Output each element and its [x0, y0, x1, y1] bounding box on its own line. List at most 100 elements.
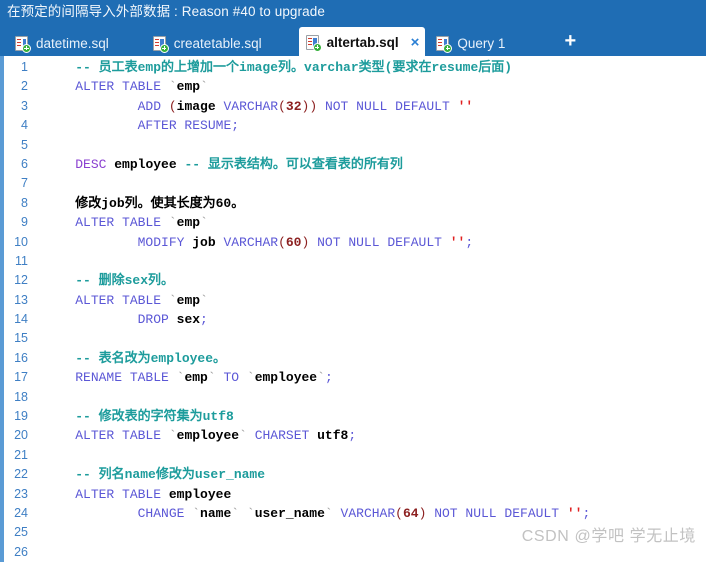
token-id: image [176, 98, 216, 114]
tab-altertab-sql[interactable]: altertab.sql × [298, 27, 426, 57]
line-number: 21 [14, 447, 28, 462]
token-tick: ` [324, 505, 333, 521]
token-com: -- 表名改为employee。 [75, 350, 227, 366]
line-content[interactable]: DROP sex; [32, 310, 706, 329]
token-id: emp [184, 370, 208, 386]
add-tab-button[interactable]: + [564, 31, 576, 51]
line-content[interactable]: -- 表名改为employee。 [32, 349, 706, 368]
token-id: employee [168, 486, 232, 502]
token-tick: ` [200, 79, 208, 95]
tab-datetime-sql[interactable]: datetime.sql [8, 29, 118, 57]
line-content[interactable]: ALTER TABLE `employee` CHARSET utf8; [32, 426, 706, 445]
token-tick: ` [246, 370, 255, 386]
token-semi: ; [465, 234, 474, 250]
token-tick: ` [239, 428, 247, 444]
token-com: -- 修改表的字符集为utf8 [75, 409, 234, 425]
token-punc: ( [395, 505, 403, 521]
sql-editor-window: 在预定的间隔导入外部数据 : Reason #40 to upgrade dat… [0, 0, 706, 562]
token-semi: ; [324, 370, 333, 386]
line-content[interactable]: CHANGE `name` `user_name` VARCHAR(64) NO… [32, 504, 706, 523]
token-kw: VARCHAR [223, 98, 279, 114]
token-id: employee [176, 428, 240, 444]
line-number: 3 [21, 98, 28, 113]
code-editor[interactable]: 1 -- 员工表emp的上增加一个image列。varchar类型(要求在res… [0, 56, 706, 562]
code-line: 13 ALTER TABLE `emp` [6, 291, 706, 310]
token-id: sex [176, 312, 201, 328]
token-kw: VARCHAR [340, 505, 396, 521]
line-content[interactable]: ALTER TABLE employee [32, 485, 706, 504]
tab-query-1[interactable]: Query 1 [429, 29, 514, 57]
token-num: 64 [402, 505, 419, 521]
tab-bar: datetime.sql createtable.sql altertab.sql ×… [0, 24, 706, 57]
token-tick: ` [207, 370, 216, 386]
promo-banner: 在预定的间隔导入外部数据 : Reason #40 to upgrade [0, 0, 706, 24]
code-line: 8 修改job列。使其长度为60。 [6, 194, 706, 213]
line-content[interactable]: -- 修改表的字符集为utf8 [32, 407, 706, 426]
line-content[interactable]: AFTER RESUME; [32, 116, 706, 135]
code-line: 1 -- 员工表emp的上增加一个image列。varchar类型(要求在res… [6, 58, 706, 77]
line-content[interactable] [32, 329, 706, 348]
code-line: 25 [6, 523, 706, 542]
tab-label: datetime.sql [36, 35, 109, 51]
token-kw: ALTER TABLE [75, 428, 169, 444]
code-line: 14 DROP sex; [6, 310, 706, 329]
line-content[interactable]: 修改job列。使其长度为60。 [32, 194, 706, 213]
line-number: 1 [21, 60, 28, 74]
line-content[interactable]: -- 删除sex列。 [32, 271, 706, 290]
line-content[interactable] [32, 252, 706, 271]
line-number: 22 [14, 467, 28, 482]
line-content[interactable]: -- 员工表emp的上增加一个image列。varchar类型(要求在resum… [32, 58, 706, 77]
line-content[interactable] [32, 388, 706, 407]
line-content[interactable] [32, 543, 706, 562]
token-kw: CHARSET [254, 428, 318, 444]
line-content[interactable]: ALTER TABLE `emp` [32, 291, 706, 310]
line-number: 17 [14, 370, 28, 385]
token-str: '' [449, 234, 466, 250]
line-content[interactable] [32, 523, 706, 542]
token-kw: NOT NULL DEFAULT [317, 234, 442, 250]
token-punc: ( [278, 98, 286, 114]
tab-label: createtable.sql [173, 35, 262, 51]
code-line: 11 [6, 252, 706, 271]
line-content[interactable] [32, 174, 706, 193]
sql-file-icon [152, 35, 169, 53]
tab-close-icon[interactable]: × [411, 35, 420, 50]
code-line: 10 MODIFY job VARCHAR(60) NOT NULL DEFAU… [6, 233, 706, 252]
line-content[interactable]: RENAME TABLE `emp` TO `employee`; [32, 368, 706, 387]
token-kw: ALTER TABLE [75, 292, 169, 308]
line-content[interactable]: DESC employee -- 显示表结构。可以查看表的所有列 [32, 155, 706, 174]
token-tick: ` [317, 370, 325, 386]
token-tick: ` [231, 505, 240, 521]
token-semi: ; [348, 428, 357, 444]
line-content[interactable]: ALTER TABLE `emp` [32, 213, 706, 232]
token-semi: ; [200, 312, 208, 328]
line-content[interactable] [32, 446, 706, 465]
code-area[interactable]: 1 -- 员工表emp的上增加一个image列。varchar类型(要求在res… [6, 56, 706, 562]
line-number: 19 [14, 409, 28, 424]
token-semi: ; [582, 505, 591, 521]
token-num: 32 [285, 98, 302, 114]
line-content[interactable]: -- 列名name修改为user_name [32, 465, 706, 484]
token-kw: NOT NULL DEFAULT [434, 505, 560, 521]
line-number: 12 [14, 273, 28, 288]
line-content[interactable]: ALTER TABLE `emp` [32, 77, 706, 96]
token-id: job [192, 234, 216, 250]
tab-createtable-sql[interactable]: createtable.sql [146, 29, 271, 57]
code-line: 5 [6, 136, 706, 155]
code-line: 9 ALTER TABLE `emp` [6, 213, 706, 232]
line-content[interactable]: MODIFY job VARCHAR(60) NOT NULL DEFAULT … [32, 233, 706, 252]
line-content[interactable] [32, 136, 706, 155]
token-kw: ALTER TABLE [75, 215, 169, 231]
line-content[interactable]: ADD (image VARCHAR(32)) NOT NULL DEFAULT… [32, 97, 706, 116]
line-number: 8 [21, 195, 28, 210]
token-tick: ` [168, 428, 177, 444]
